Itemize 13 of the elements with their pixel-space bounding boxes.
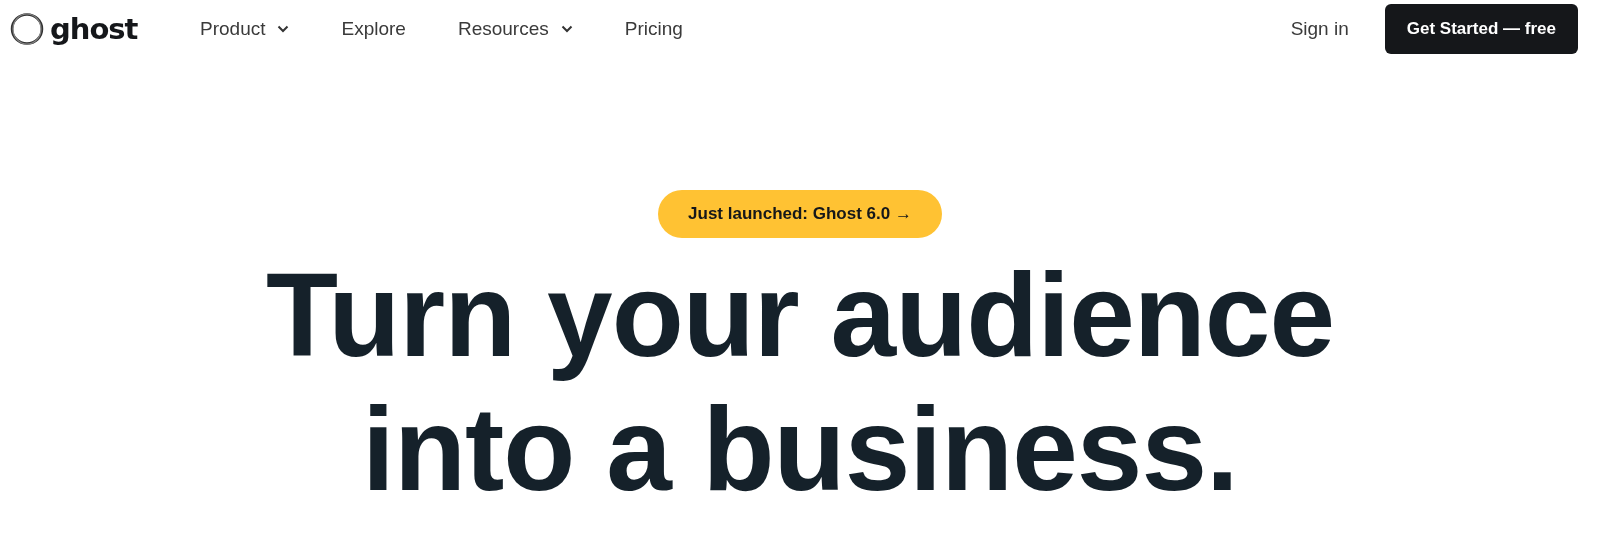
- chevron-down-icon: [277, 25, 290, 33]
- logo-wordmark[interactable]: ghost: [50, 12, 138, 46]
- sign-in-link[interactable]: Sign in: [1290, 18, 1349, 40]
- nav-link[interactable]: Resources: [457, 18, 573, 40]
- ghost-ring-logo-icon: [10, 12, 44, 46]
- get-started-button[interactable]: Get Started — free: [1384, 4, 1578, 54]
- hero-headline: Turn your audience: [265, 248, 1335, 382]
- nav-link[interactable]: Product: [200, 18, 290, 40]
- nav-link[interactable]: Pricing: [624, 18, 683, 40]
- nav-link[interactable]: Explore: [341, 18, 406, 40]
- announcement-pill[interactable]: Just launched: Ghost 6.0 →: [658, 190, 942, 238]
- chevron-down-icon: [560, 25, 573, 33]
- hero-headline: into a business.: [362, 382, 1238, 516]
